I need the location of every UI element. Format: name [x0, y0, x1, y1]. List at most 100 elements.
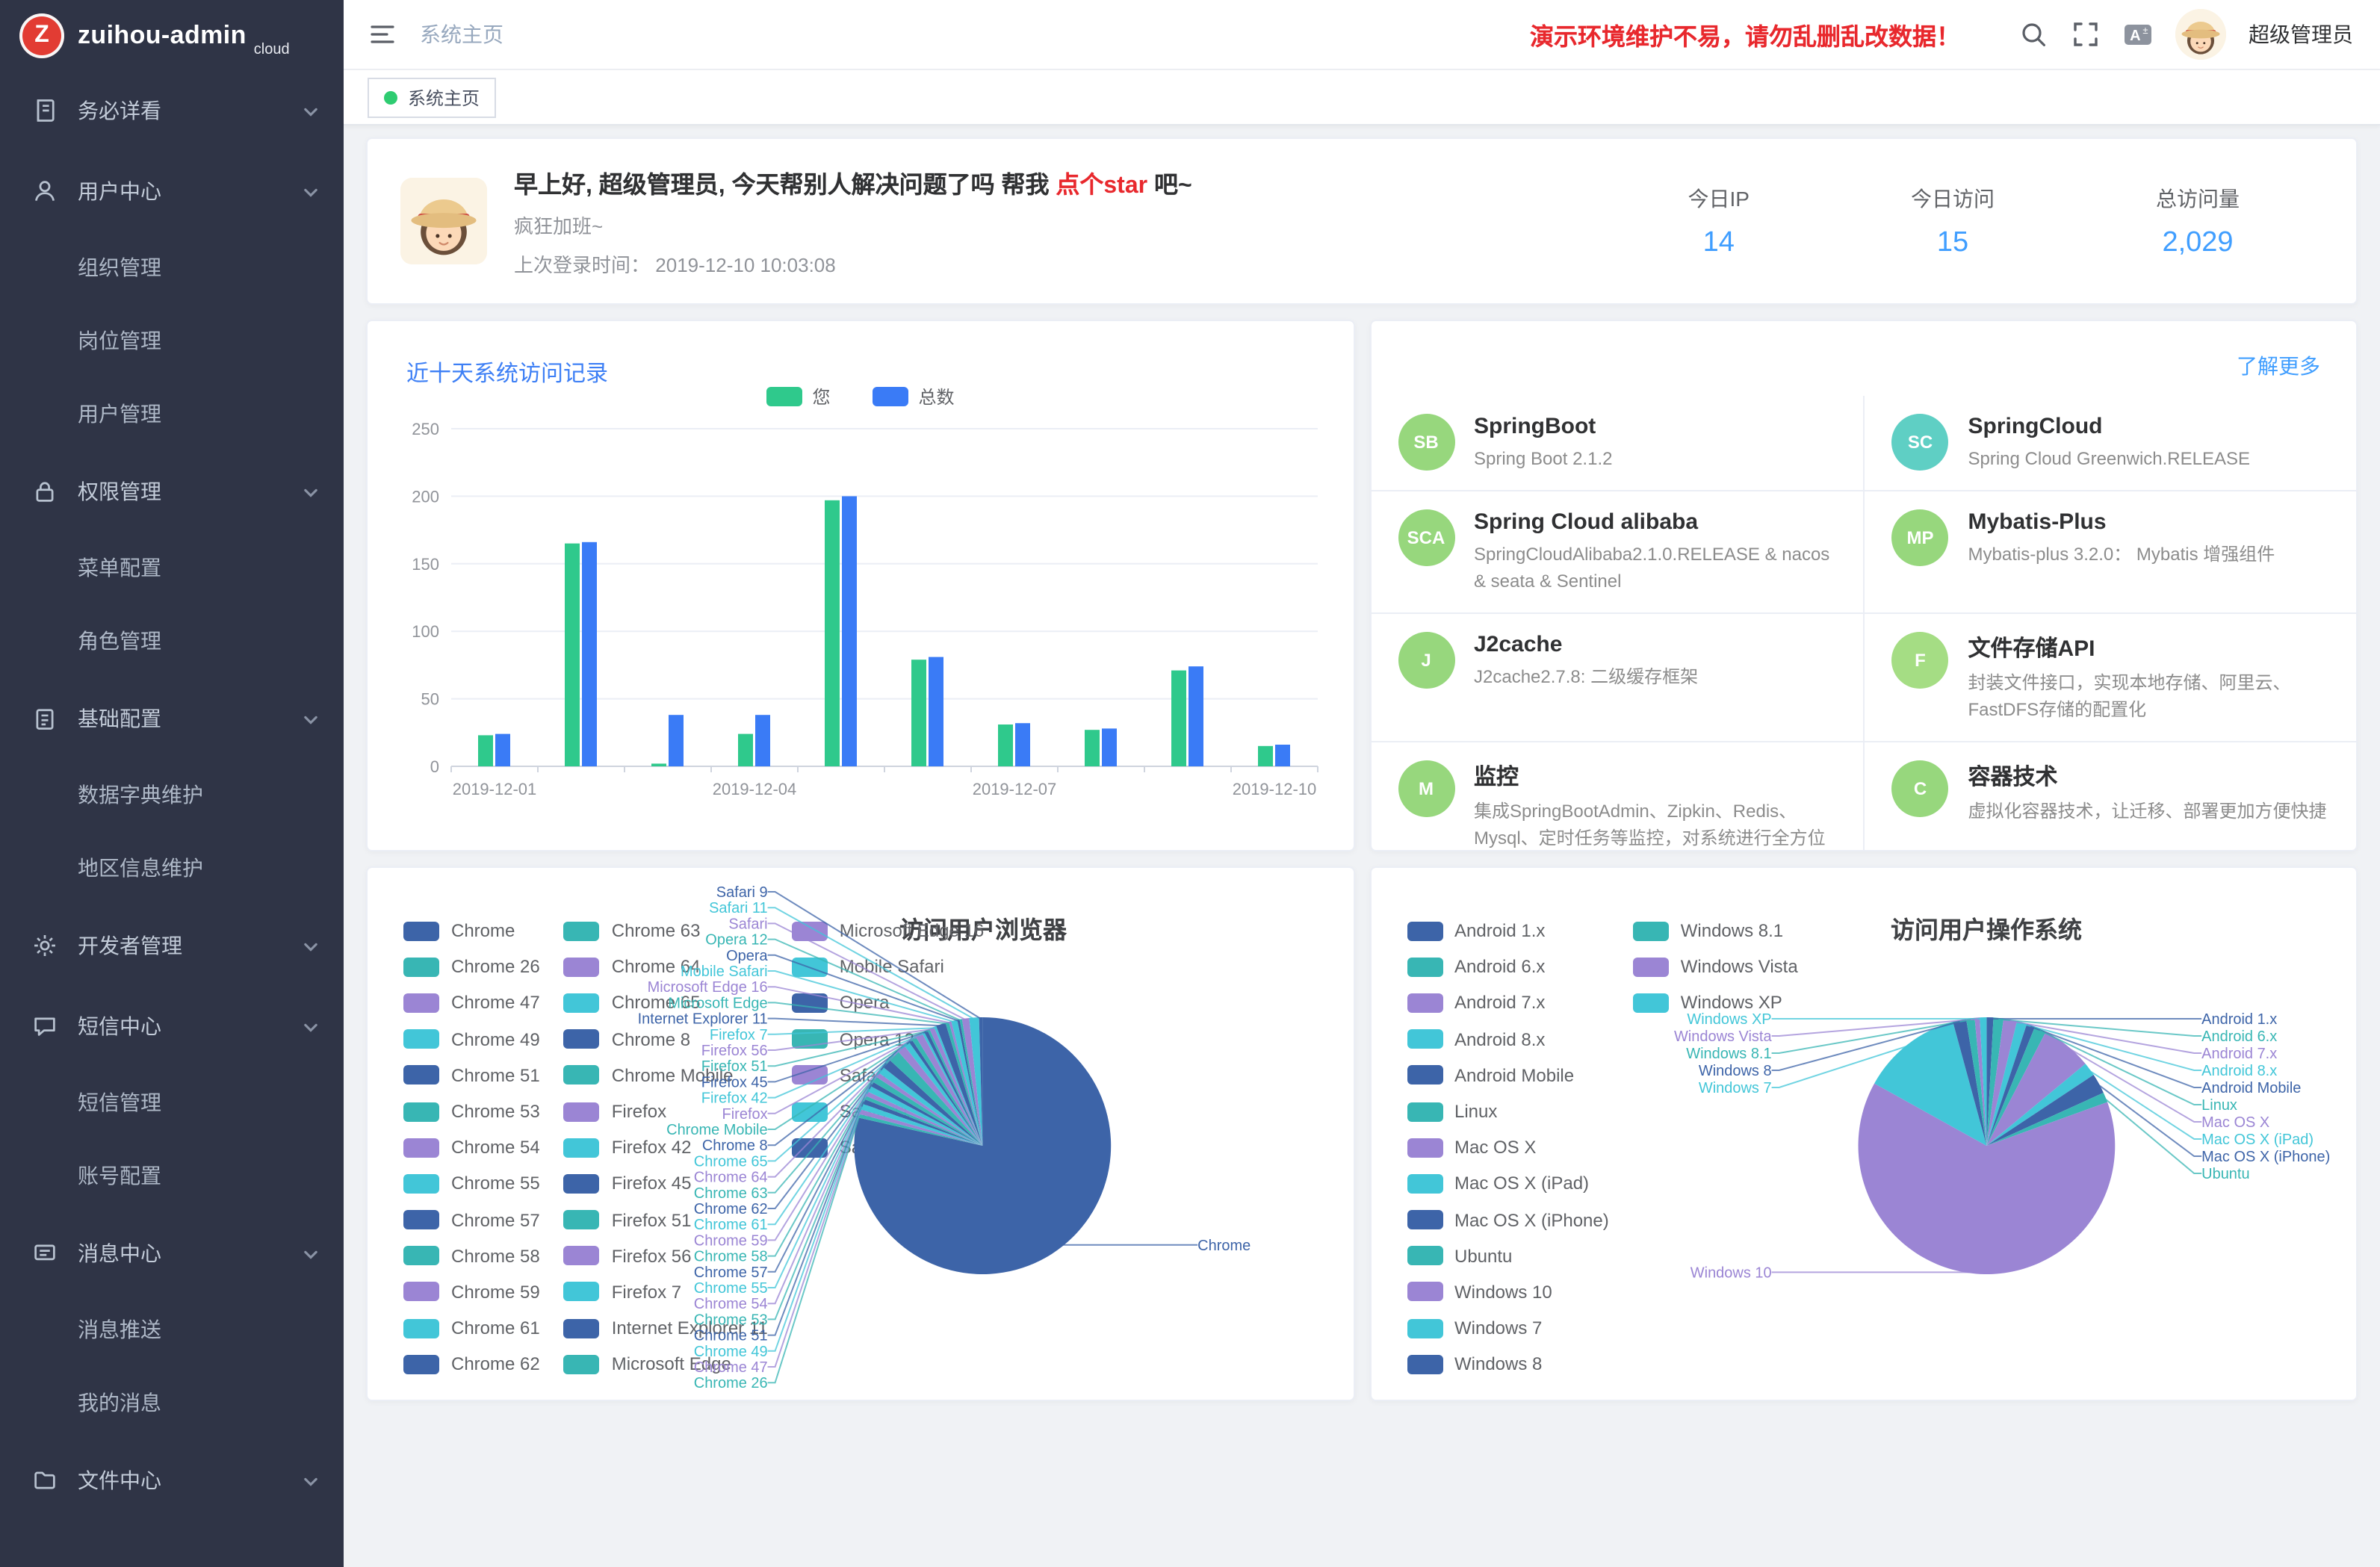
bar-1-2019-12-03[interactable] — [669, 715, 684, 766]
legend-item-31[interactable]: Safari 11 — [792, 1093, 984, 1129]
legend-item-7[interactable]: Chrome 55 — [403, 1166, 540, 1202]
pie-slice-Windows-XP[interactable] — [1979, 1017, 1986, 1146]
pie-slice-Windows-8-1[interactable] — [1965, 1018, 1986, 1146]
sidebar-item-0[interactable]: 务必详看 — [0, 70, 344, 151]
legend-item-32[interactable]: Safari 9 — [792, 1129, 984, 1165]
pie-slice-Mac-OS-X-iPad-[interactable] — [1986, 1064, 2092, 1146]
pie-slice-Linux[interactable] — [1986, 1027, 2045, 1146]
star-link[interactable]: 点个star — [1056, 173, 1147, 199]
bar-1-2019-12-08[interactable] — [1102, 728, 1117, 766]
legend-item-22[interactable]: Firefox 56 — [564, 1238, 768, 1273]
legend-item-0[interactable]: Android 1.x — [1407, 913, 1609, 949]
avatar[interactable] — [2175, 9, 2226, 60]
pie-slice-Windows-8[interactable] — [1952, 1019, 1986, 1146]
legend-item-0[interactable]: Chrome — [403, 913, 540, 949]
legend-item-20[interactable]: Firefox 45 — [564, 1166, 768, 1202]
legend-item-29[interactable]: Opera 12 — [792, 1021, 984, 1057]
legend-item-8[interactable]: Chrome 57 — [403, 1202, 540, 1238]
fullscreen-icon[interactable] — [2071, 19, 2101, 49]
bar-0-2019-12-05[interactable] — [825, 500, 840, 766]
legend-item-1[interactable]: Chrome 26 — [403, 949, 540, 984]
username[interactable]: 超级管理员 — [2249, 19, 2353, 49]
pie-slice-Android-Mobile[interactable] — [1986, 1024, 2034, 1146]
sidebar-subitem-1-2[interactable]: 用户管理 — [0, 378, 344, 451]
font-size-icon[interactable]: A± — [2123, 19, 2153, 49]
bar-1-2019-12-07[interactable] — [1015, 723, 1030, 766]
bar-0-2019-12-10[interactable] — [1258, 746, 1273, 766]
legend-item-30[interactable]: Safari — [792, 1058, 984, 1093]
bar-0-2019-12-01[interactable] — [478, 735, 493, 766]
pie-slice-Windows-7[interactable] — [1874, 1022, 1986, 1146]
bar-0-2019-12-08[interactable] — [1085, 730, 1100, 766]
pie-slice-Windows-10[interactable] — [1858, 1084, 2115, 1274]
sidebar-item-1[interactable]: 用户中心 — [0, 151, 344, 232]
legend-item-17[interactable]: Chrome Mobile — [564, 1058, 768, 1093]
legend-item-5[interactable]: Chrome 53 — [403, 1093, 540, 1129]
legend-item-9[interactable]: Chrome 58 — [403, 1238, 540, 1273]
legend-item-27[interactable]: Mobile Safari — [792, 949, 984, 984]
bar-1-2019-12-04[interactable] — [755, 715, 770, 766]
legend-item-2[interactable]: Android 7.x — [1407, 985, 1609, 1021]
legend-item-12[interactable]: Chrome 62 — [403, 1347, 540, 1383]
legend-item-14[interactable]: Chrome 64 — [564, 949, 768, 984]
legend-item-26[interactable]: Microsoft Edge 16 — [792, 913, 984, 949]
search-icon[interactable] — [2018, 19, 2048, 49]
pie-slice-Android-1-x[interactable] — [1986, 1017, 1992, 1146]
sidebar-subitem-6-1[interactable]: 我的消息 — [0, 1367, 344, 1440]
sidebar-item-5[interactable]: 短信中心 — [0, 986, 344, 1067]
legend-item-2[interactable]: Chrome 47 — [403, 985, 540, 1021]
bar-1-2019-12-05[interactable] — [842, 496, 857, 766]
legend-item-24[interactable]: Internet Explorer 11 — [564, 1310, 768, 1346]
legend-item-4[interactable]: Android Mobile — [1407, 1058, 1609, 1093]
sidebar-item-3[interactable]: 基础配置 — [0, 678, 344, 759]
pie-slice-Android-8-x[interactable] — [1986, 1021, 2026, 1146]
pie-slice-Ubuntu[interactable] — [1986, 1093, 2107, 1146]
app-logo[interactable]: Z zuihou-admin cloud — [0, 0, 344, 70]
sidebar-subitem-2-0[interactable]: 菜单配置 — [0, 532, 344, 605]
learn-more-link[interactable]: 了解更多 — [2237, 351, 2320, 381]
legend-item-10[interactable]: Windows 10 — [1407, 1274, 1609, 1310]
bar-0-2019-12-04[interactable] — [738, 734, 753, 766]
legend-item-25[interactable]: Microsoft Edge — [564, 1347, 768, 1383]
legend-item-21[interactable]: Firefox 51 — [564, 1202, 768, 1238]
bar-0-2019-12-03[interactable] — [651, 763, 666, 766]
legend-item-6[interactable]: Mac OS X — [1407, 1129, 1609, 1165]
legend-item-5[interactable]: Linux — [1407, 1093, 1609, 1129]
bar-1-2019-12-10[interactable] — [1275, 745, 1290, 766]
sidebar-subitem-3-0[interactable]: 数据字典维护 — [0, 759, 344, 832]
sidebar-subitem-2-1[interactable]: 角色管理 — [0, 605, 344, 678]
sidebar-item-7[interactable]: 文件中心 — [0, 1440, 344, 1521]
legend-item-19[interactable]: Firefox 42 — [564, 1129, 768, 1165]
sidebar-item-6[interactable]: 消息中心 — [0, 1213, 344, 1294]
sidebar-subitem-5-0[interactable]: 短信管理 — [0, 1067, 344, 1140]
tab-home[interactable]: 系统主页 — [368, 77, 496, 117]
sidebar-subitem-6-0[interactable]: 消息推送 — [0, 1294, 344, 1367]
bar-0-2019-12-02[interactable] — [565, 544, 580, 766]
legend-item-11[interactable]: Chrome 61 — [403, 1310, 540, 1346]
sidebar-subitem-3-1[interactable]: 地区信息维护 — [0, 832, 344, 905]
legend-item-15[interactable]: Chrome 65 — [564, 985, 768, 1021]
legend-item-14[interactable]: Windows Vista — [1633, 949, 1798, 984]
legend-item-9[interactable]: Ubuntu — [1407, 1238, 1609, 1273]
bar-1-2019-12-01[interactable] — [495, 734, 510, 766]
legend-item-11[interactable]: Windows 7 — [1407, 1310, 1609, 1346]
legend-item-3[interactable]: Android 8.x — [1407, 1021, 1609, 1057]
pie-slice-Windows-Vista[interactable] — [1974, 1017, 1986, 1146]
pie-slice-Android-7-x[interactable] — [1986, 1019, 2016, 1146]
bar-0-2019-12-07[interactable] — [998, 724, 1013, 766]
bar-0-2019-12-09[interactable] — [1171, 671, 1186, 766]
legend-item-4[interactable]: Chrome 51 — [403, 1058, 540, 1093]
pie-slice-Mac-OS-X[interactable] — [1986, 1031, 2084, 1146]
bar-1-2019-12-06[interactable] — [929, 657, 943, 766]
legend-item-3[interactable]: Chrome 49 — [403, 1021, 540, 1057]
legend-item-28[interactable]: Opera — [792, 985, 984, 1021]
sidebar-item-2[interactable]: 权限管理 — [0, 451, 344, 532]
legend-item-8[interactable]: Mac OS X (iPhone) — [1407, 1202, 1609, 1238]
legend-item-16[interactable]: Chrome 8 — [564, 1021, 768, 1057]
hamburger-icon[interactable] — [368, 19, 397, 49]
legend-item-10[interactable]: Chrome 59 — [403, 1274, 540, 1310]
pie-slice-Android-6-x[interactable] — [1986, 1017, 2003, 1146]
sidebar-item-4[interactable]: 开发者管理 — [0, 905, 344, 986]
breadcrumb[interactable]: 系统主页 — [420, 19, 503, 49]
legend-item-15[interactable]: Windows XP — [1633, 985, 1798, 1021]
